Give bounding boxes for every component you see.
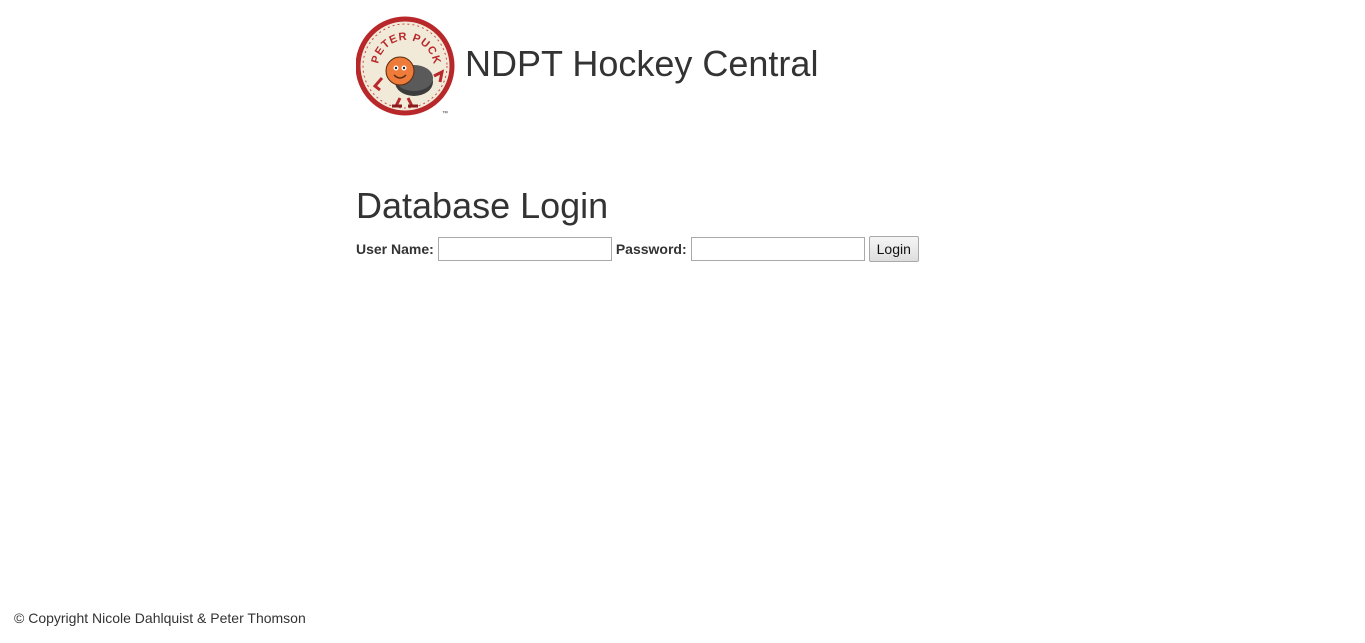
- password-input[interactable]: [690, 237, 865, 261]
- login-section: Database Login User Name: Password: Logi…: [356, 185, 919, 262]
- login-button[interactable]: Login: [868, 236, 919, 262]
- page: PETER PUCK ™ NDPT Hockey Central Databas…: [0, 0, 1365, 643]
- username-input[interactable]: [437, 237, 612, 261]
- password-label: Password:: [615, 241, 687, 257]
- peter-puck-logo: PETER PUCK ™: [356, 16, 455, 117]
- trademark-symbol: ™: [442, 110, 448, 117]
- login-form: User Name: Password: Login: [356, 236, 919, 262]
- header: PETER PUCK ™ NDPT Hockey Central: [356, 16, 818, 118]
- login-heading: Database Login: [356, 185, 609, 226]
- site-title: NDPT Hockey Central: [465, 43, 819, 84]
- footer-copyright: © Copyright Nicole Dahlquist & Peter Tho…: [14, 610, 306, 626]
- username-label: User Name:: [356, 241, 434, 257]
